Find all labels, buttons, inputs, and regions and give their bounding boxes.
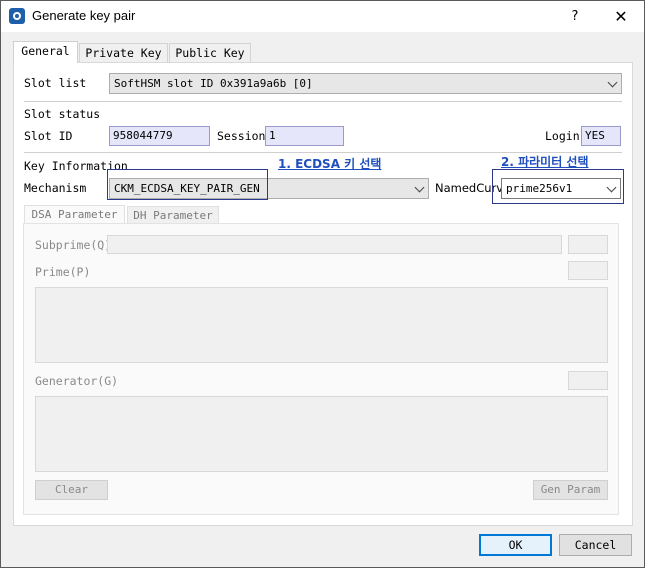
prime-label: Prime(P) [35, 265, 91, 279]
annotation-step1: 1. ECDSA 키 선택 [278, 157, 382, 171]
window-title: Generate key pair [32, 8, 136, 23]
generate-key-pair-dialog: Generate key pair ? ✕ General Private Ke… [0, 0, 645, 568]
title-bar: Generate key pair ? ✕ [1, 1, 644, 32]
slot-id-field[interactable]: 958044779 [109, 126, 210, 146]
dsa-parameter-panel: Subprime(Q) Prime(P) Generator(G) Clear … [23, 223, 619, 515]
slot-list-label: Slot list [24, 76, 87, 90]
tab-dh-parameter[interactable]: DH Parameter [127, 206, 219, 224]
annotation-box-mechanism [107, 169, 268, 200]
session-field[interactable]: 1 [265, 126, 344, 146]
subprime-size-field [568, 235, 608, 254]
generator-label: Generator(G) [35, 374, 119, 388]
slot-list-combo[interactable]: SoftHSM slot ID 0x391a9a6b [0] [109, 73, 622, 94]
close-button[interactable]: ✕ [598, 1, 644, 32]
clear-button[interactable]: Clear [35, 480, 108, 500]
tab-general[interactable]: General [13, 41, 78, 63]
tab-public-key[interactable]: Public Key [169, 43, 251, 63]
cancel-button[interactable]: Cancel [559, 534, 632, 556]
tab-dsa-parameter[interactable]: DSA Parameter [24, 205, 125, 223]
annotation-step2: 2. 파라미터 선택 [501, 155, 589, 169]
mechanism-label: Mechanism [24, 181, 87, 195]
chevron-down-icon [607, 77, 618, 88]
login-label: Login [545, 129, 580, 143]
prime-size-field [568, 261, 608, 280]
slot-id-label: Slot ID [24, 129, 73, 143]
subprime-field [107, 235, 562, 254]
app-icon [9, 8, 25, 24]
login-field[interactable]: YES [581, 126, 621, 146]
tab-private-key[interactable]: Private Key [79, 43, 168, 63]
chevron-down-icon [414, 182, 425, 193]
ok-button[interactable]: OK [479, 534, 552, 556]
subprime-label: Subprime(Q) [35, 238, 112, 252]
session-label: Session [217, 129, 266, 143]
generator-textarea [35, 396, 608, 472]
slot-list-value: SoftHSM slot ID 0x391a9a6b [0] [114, 77, 313, 90]
help-button[interactable]: ? [552, 1, 598, 32]
generator-size-field [568, 371, 608, 390]
gen-param-button[interactable]: Gen Param [533, 480, 608, 500]
annotation-box-named-curve [492, 169, 624, 204]
prime-textarea [35, 287, 608, 363]
divider [24, 101, 622, 102]
slot-status-heading: Slot status [24, 107, 101, 121]
